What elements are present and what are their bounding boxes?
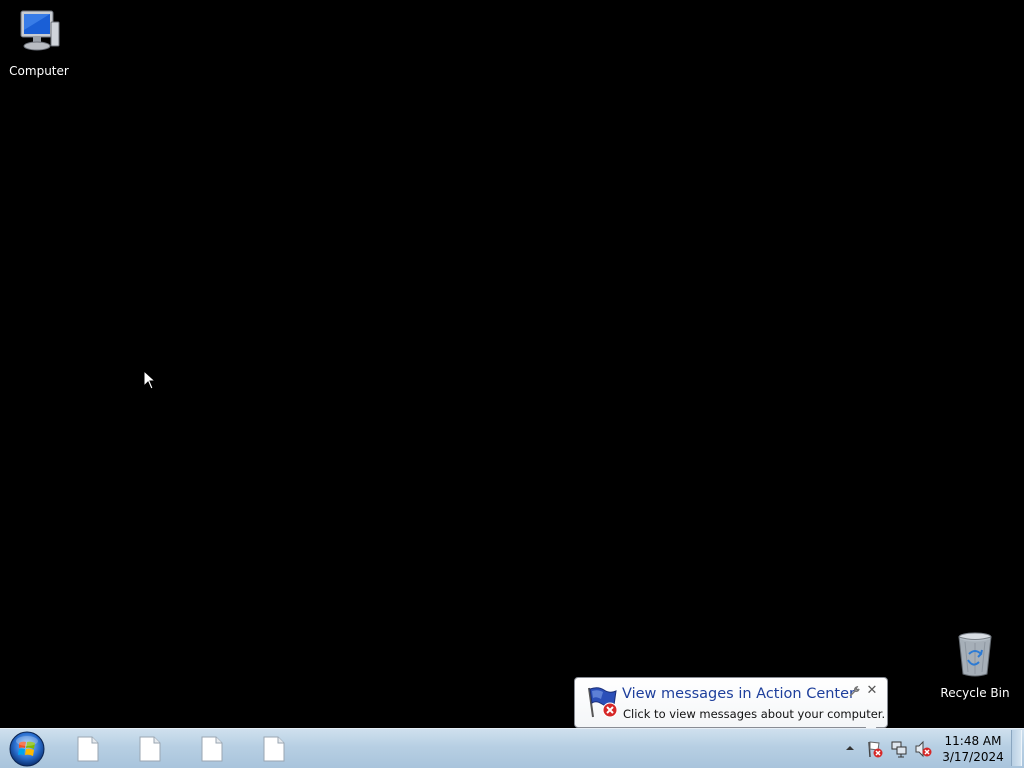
action-center-notification[interactable]: View messages in Action Center Click to … [574, 677, 888, 743]
document-icon [263, 736, 285, 762]
computer-icon [20, 10, 60, 51]
show-hidden-icons-arrow[interactable] [844, 743, 856, 753]
windows-start-orb-icon[interactable] [7, 730, 47, 768]
clock-time: 11:48 AM [944, 734, 1002, 748]
taskbar-button[interactable] [60, 733, 116, 765]
mouse-cursor-icon [143, 370, 157, 390]
recycle-bin-icon [958, 632, 992, 677]
system-clock[interactable]: 11:48 AM 3/17/2024 [938, 733, 1008, 765]
network-icon[interactable] [890, 740, 908, 758]
clock-date: 3/17/2024 [942, 750, 1004, 764]
document-icon [77, 736, 99, 762]
desktop-icon-recycle-bin[interactable]: Recycle Bin [937, 630, 1013, 700]
desktop-icon-label: Recycle Bin [940, 686, 1010, 700]
notification-title[interactable]: View messages in Action Center [622, 686, 855, 702]
action-center-flag-icon[interactable] [866, 740, 884, 758]
document-icon [139, 736, 161, 762]
desktop-icon-label: Computer [9, 64, 69, 78]
desktop[interactable]: Computer Recycle Bin View messages in Ac… [0, 0, 1024, 743]
volume-muted-icon[interactable] [914, 740, 932, 758]
taskbar: 11:48 AM 3/17/2024 [0, 728, 1024, 768]
document-icon [201, 736, 223, 762]
show-desktop-button[interactable] [1011, 730, 1022, 766]
notification-body: Click to view messages about your comput… [623, 707, 886, 721]
desktop-icon-computer[interactable]: Computer [1, 8, 77, 78]
notification-close-button[interactable]: ✕ [866, 684, 878, 698]
taskbar-button[interactable] [122, 733, 178, 765]
taskbar-button[interactable] [184, 733, 240, 765]
taskbar-button[interactable] [246, 733, 302, 765]
action-center-flag-icon [588, 687, 618, 718]
wrench-options-icon[interactable] [848, 686, 860, 698]
